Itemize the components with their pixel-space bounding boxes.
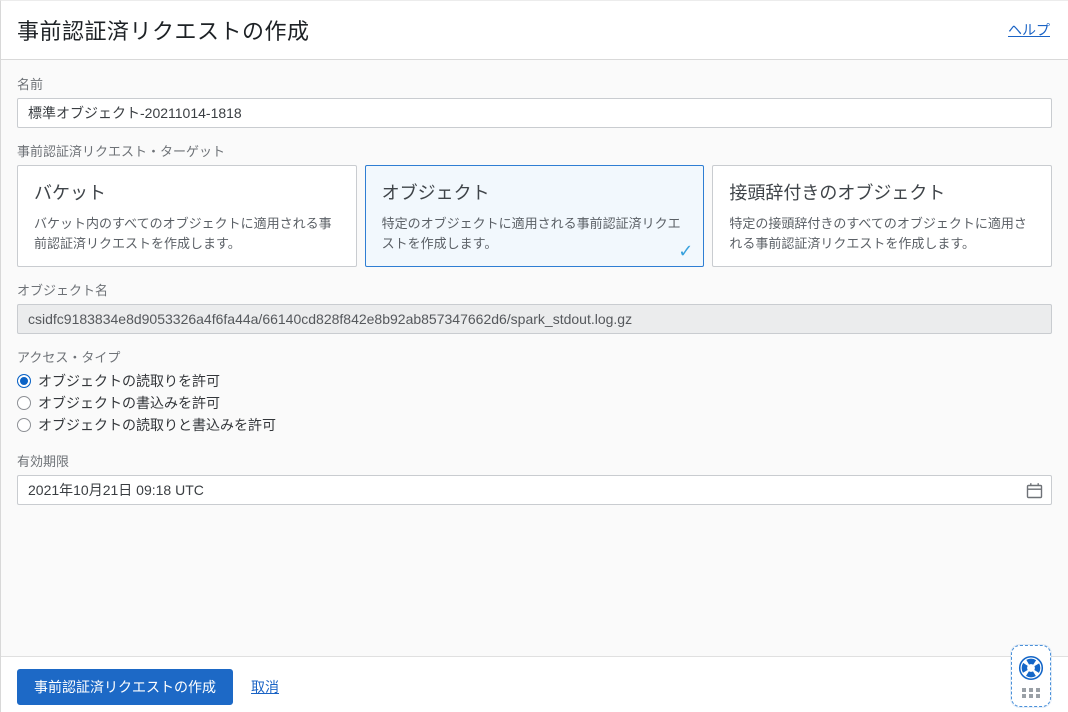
target-card-bucket[interactable]: バケット バケット内のすべてのオブジェクトに適用される事前認証済リクエストを作成… [17,165,357,268]
radio-label: オブジェクトの読取りを許可 [38,373,220,390]
card-title: 接頭辞付きのオブジェクト [729,183,946,203]
calendar-icon[interactable] [1025,481,1043,499]
dialog-header: 事前認証済リクエストの作成 ヘルプ [1,1,1068,60]
object-name-label: オブジェクト名 [17,283,109,299]
cancel-link[interactable]: 取消 [251,677,279,697]
radio-icon[interactable] [17,418,31,433]
radio-allow-object-read[interactable]: オブジェクトの読取りを許可 [17,370,1052,392]
card-title: バケット [34,183,106,203]
target-card-objects-with-prefix[interactable]: 接頭辞付きのオブジェクト 特定の接頭辞付きのすべてのオブジェクトに適用される事前… [712,165,1053,268]
radio-icon[interactable] [17,374,31,389]
create-par-dialog: 事前認証済リクエストの作成 ヘルプ 名前 事前認証済リクエスト・ターゲット バケ… [0,0,1068,712]
access-type-radio-group: オブジェクトの読取りを許可 オブジェクトの書込みを許可 オブジェクトの読取りと書… [17,370,1052,436]
radio-icon[interactable] [17,396,31,411]
card-description: 特定のオブジェクトに適用される事前認証済リクエストを作成します。 [381,216,681,252]
card-title: オブジェクト [381,183,490,203]
expiration-field-group: 有効期限 [17,451,1052,506]
expiration-input[interactable] [17,475,1052,506]
object-name-field-group: オブジェクト名 [17,280,1052,335]
access-type-label: アクセス・タイプ [17,350,121,366]
floating-help-widget[interactable] [1011,645,1051,707]
name-input[interactable] [17,98,1052,128]
help-link[interactable]: ヘルプ [1008,20,1050,40]
card-description: バケット内のすべてのオブジェクトに適用される事前認証済リクエストを作成します。 [34,216,332,252]
dialog-footer: 事前認証済リクエストの作成 取消 [1,656,1068,712]
radio-label: オブジェクトの書込みを許可 [38,395,220,412]
card-description: 特定の接頭辞付きのすべてのオブジェクトに適用される事前認証済リクエストを作成しま… [729,216,1027,252]
access-type-field-group: アクセス・タイプ オブジェクトの読取りを許可 オブジェクトの書込みを許可 オブジ… [17,347,1052,436]
form-body: 名前 事前認証済リクエスト・ターゲット バケット バケット内のすべてのオブジェク… [1,60,1068,656]
expiration-input-wrap [17,475,1052,506]
life-ring-icon [1017,654,1045,682]
radio-label: オブジェクトの読取りと書込みを許可 [38,417,276,434]
target-label: 事前認証済リクエスト・ターゲット [17,144,226,159]
name-label: 名前 [17,77,44,92]
expiration-label: 有効期限 [17,454,70,470]
radio-allow-object-read-write[interactable]: オブジェクトの読取りと書込みを許可 [17,414,1052,436]
name-field-group: 名前 [17,74,1052,128]
object-name-input [17,304,1052,335]
target-card-row: バケット バケット内のすべてのオブジェクトに適用される事前認証済リクエストを作成… [17,165,1053,268]
target-card-object[interactable]: オブジェクト 特定のオブジェクトに適用される事前認証済リクエストを作成します。 … [364,165,705,268]
radio-allow-object-write[interactable]: オブジェクトの書込みを許可 [17,392,1052,414]
target-field-group: 事前認証済リクエスト・ターゲット バケット バケット内のすべてのオブジェクトに適… [17,141,1053,268]
selected-check-icon: ✓ [678,241,694,262]
page-title: 事前認証済リクエストの作成 [17,19,310,44]
create-par-submit-button[interactable]: 事前認証済リクエストの作成 [17,668,233,705]
drag-handle-dots-icon[interactable] [1022,688,1040,698]
